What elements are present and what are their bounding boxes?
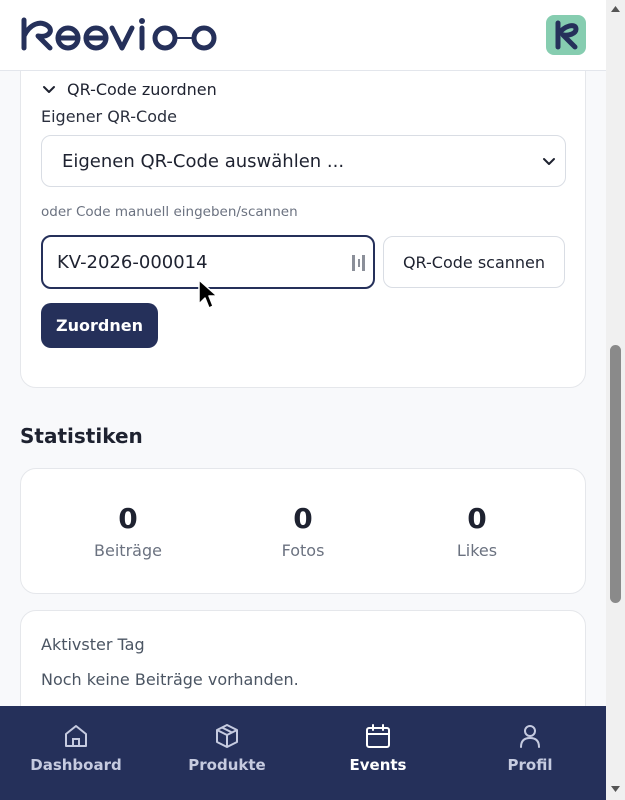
main-content: QR-Code zuordnen Eigener QR-Code Eigenen… [0,71,606,706]
qr-section-title: QR-Code zuordnen [67,80,217,99]
own-qr-label: Eigener QR-Code [41,107,177,126]
user-icon [520,725,540,748]
nav-item-events[interactable]: Events [308,706,448,800]
app-badge-logo[interactable] [546,15,586,55]
stat-photos: 0 Fotos [213,501,393,560]
manual-code-hint: oder Code manuell eingeben/scannen [41,204,298,220]
qr-assign-card: QR-Code zuordnen Eigener QR-Code Eigenen… [20,71,586,388]
box-icon [216,724,238,748]
nav-item-products[interactable]: Produkte [157,706,297,800]
statistics-title: Statistiken [20,424,143,448]
stat-likes: 0 Likes [387,501,567,560]
nav-label: Dashboard [30,756,122,774]
scan-qr-button[interactable]: QR-Code scannen [383,236,565,288]
chevron-down-icon [543,158,555,165]
assign-button[interactable]: Zuordnen [41,303,158,348]
scroll-up-arrow-icon[interactable] [610,4,621,14]
qr-code-input[interactable]: KV-2026-000014 [41,235,375,289]
own-qr-select[interactable]: Eigenen QR-Code auswählen ... [41,135,566,187]
stat-posts: 0 Beiträge [38,501,218,560]
nav-label: Events [349,756,407,774]
own-qr-select-value: Eigenen QR-Code auswählen ... [62,150,345,172]
stat-label: Likes [456,541,498,560]
nav-item-profile[interactable]: Profil [460,706,600,800]
k-logo-icon [555,20,579,50]
password-manager-icon[interactable] [351,254,367,272]
calendar-icon [366,724,390,748]
qr-section-toggle[interactable]: QR-Code zuordnen [41,80,217,99]
nav-label: Profil [507,756,553,774]
stat-label: Beiträge [94,541,162,560]
scroll-down-arrow-icon[interactable] [610,784,621,794]
stat-value: 0 [118,502,138,535]
scrollbar-thumb[interactable] [610,345,621,603]
active-day-card: Aktivster Tag Noch keine Beiträge vorhan… [20,610,586,706]
bottom-navigation: Dashboard Produkte Events Profil [0,706,606,800]
stat-value: 0 [293,502,313,535]
stat-value: 0 [467,502,487,535]
nav-item-dashboard[interactable]: Dashboard [6,706,146,800]
active-day-empty-text: Noch keine Beiträge vorhanden. [41,670,299,689]
active-day-title: Aktivster Tag [41,635,145,654]
page-scrollbar[interactable] [606,0,625,800]
brand-logo[interactable] [20,16,222,56]
app-header [0,0,606,71]
stat-label: Fotos [281,541,325,560]
statistics-card: 0 Beiträge 0 Fotos 0 Likes [20,468,586,594]
nav-label: Produkte [188,756,266,774]
chevron-down-icon [43,85,55,93]
home-icon [65,725,87,747]
qr-code-input-value: KV-2026-000014 [57,251,208,273]
keevioo-wordmark-icon [21,17,217,51]
